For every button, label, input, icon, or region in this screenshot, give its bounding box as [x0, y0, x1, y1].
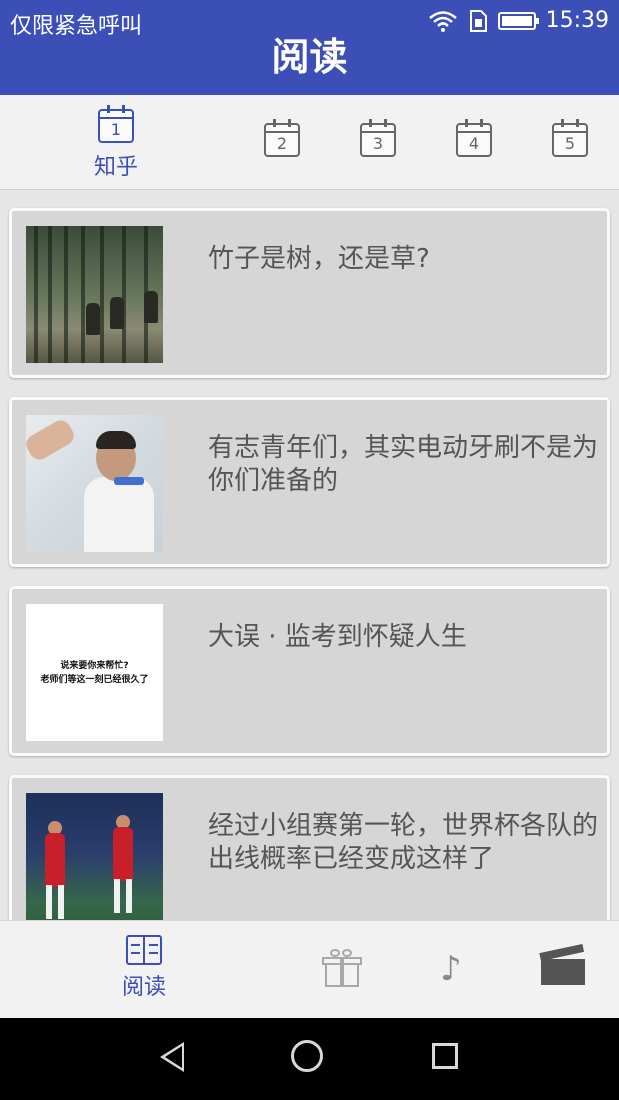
- status-bar: 仅限紧急呼叫 15:39: [0, 0, 619, 44]
- date-tab-bar: 1 知乎 2 3 4 5: [0, 95, 619, 190]
- tab-day-4[interactable]: 4: [444, 119, 504, 157]
- article-card[interactable]: 有志青年们，其实电动牙刷不是为你们准备的: [9, 397, 610, 567]
- tab-day-3[interactable]: 3: [348, 119, 408, 157]
- wifi-icon: [428, 10, 457, 32]
- system-nav-bar: [0, 1018, 619, 1100]
- article-list[interactable]: 竹子是树，还是草? 有志青年们，其实电动牙刷不是为你们准备的 说来要你来帮忙? …: [0, 190, 619, 920]
- calendar-icon: 5: [552, 119, 588, 157]
- article-title: 大误 · 监考到怀疑人生: [208, 622, 467, 652]
- calendar-number: 3: [372, 134, 384, 153]
- calendar-number: 4: [468, 134, 480, 153]
- article-thumbnail: [26, 226, 163, 363]
- calendar-number: 2: [276, 134, 288, 153]
- music-note-icon: ♪: [440, 949, 462, 989]
- article-title: 经过小组赛第一轮，世界杯各队的出线概率已经变成这样了: [208, 811, 599, 874]
- tab-day-1[interactable]: 1 知乎: [86, 105, 146, 181]
- nav-item-music[interactable]: ♪: [440, 949, 462, 989]
- nav-item-movie[interactable]: [539, 944, 585, 985]
- calendar-icon: 4: [456, 119, 492, 157]
- nav-label: 阅读: [121, 975, 166, 1000]
- tab-day-5[interactable]: 5: [540, 119, 600, 157]
- article-title: 竹子是树，还是草?: [208, 244, 430, 274]
- home-button[interactable]: [291, 1040, 323, 1072]
- home-icon: [291, 1040, 323, 1072]
- status-icons: 15:39: [428, 8, 609, 33]
- nav-item-read[interactable]: 阅读: [118, 935, 170, 1001]
- status-time: 15:39: [545, 8, 609, 33]
- calendar-number: 1: [110, 120, 122, 139]
- book-icon: [126, 935, 162, 965]
- article-title: 有志青年们，其实电动牙刷不是为你们准备的: [208, 433, 599, 496]
- calendar-icon: 2: [264, 119, 300, 157]
- thumbnail-text: 老师们等这一刻已经很久了: [40, 674, 149, 685]
- battery-icon: [497, 11, 539, 30]
- article-card[interactable]: 说来要你来帮忙? 老师们等这一刻已经很久了 大误 · 监考到怀疑人生: [9, 586, 610, 756]
- tab-label: 知乎: [93, 155, 138, 180]
- calendar-number: 5: [564, 134, 576, 153]
- calendar-icon: 1: [98, 105, 134, 143]
- article-card[interactable]: 竹子是树，还是草?: [9, 208, 610, 378]
- sim-icon: [469, 9, 487, 32]
- article-thumbnail: 说来要你来帮忙? 老师们等这一刻已经很久了: [26, 604, 163, 741]
- nav-item-gift[interactable]: [322, 949, 362, 987]
- calendar-icon: 3: [360, 119, 396, 157]
- article-card[interactable]: 经过小组赛第一轮，世界杯各队的出线概率已经变成这样了: [9, 775, 610, 920]
- article-thumbnail: [26, 793, 163, 920]
- article-thumbnail: [26, 415, 163, 552]
- back-button[interactable]: [160, 1042, 184, 1072]
- tab-day-2[interactable]: 2: [252, 119, 312, 157]
- clapperboard-icon: [539, 944, 585, 985]
- recents-icon: [432, 1043, 458, 1069]
- carrier-text: 仅限紧急呼叫: [10, 14, 143, 39]
- thumbnail-text: 说来要你来帮忙?: [60, 660, 129, 671]
- gift-icon: [322, 949, 362, 987]
- recents-button[interactable]: [432, 1043, 458, 1069]
- bottom-nav: 阅读 ♪: [0, 920, 619, 1018]
- back-icon: [160, 1042, 184, 1072]
